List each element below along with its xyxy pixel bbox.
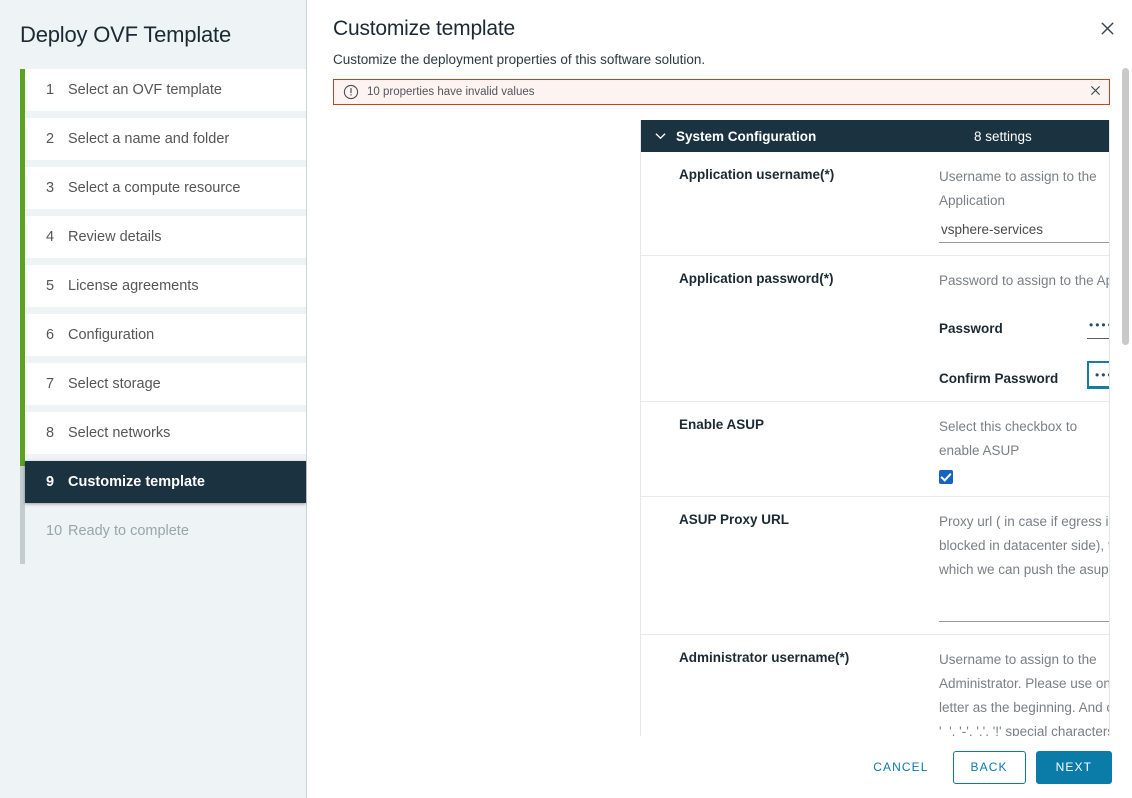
step-label: Configuration xyxy=(68,327,154,343)
property-value: Proxy url ( in case if egress is blocked… xyxy=(939,510,1110,622)
deploy-ovf-template-dialog: Deploy OVF Template 1 Select an OVF temp… xyxy=(0,0,1132,798)
table-left-border-tail xyxy=(640,690,641,715)
sidebar-item-select-a-compute-resource[interactable]: 3 Select a compute resource xyxy=(25,167,306,209)
step-label: License agreements xyxy=(68,278,199,294)
enable-asup-checkbox[interactable] xyxy=(939,470,953,484)
page-title: Customize template xyxy=(333,17,1132,41)
step-number: 4 xyxy=(46,229,68,245)
alert-message: 10 properties have invalid values xyxy=(367,86,1087,98)
sidebar-item-configuration[interactable]: 6 Configuration xyxy=(25,314,306,356)
step-label: Review details xyxy=(68,229,162,245)
step-number: 7 xyxy=(46,376,68,392)
step-label: Customize template xyxy=(68,474,205,490)
validation-alert: 10 properties have invalid values xyxy=(333,79,1110,105)
property-label: ASUP Proxy URL xyxy=(641,510,939,622)
section-header-system-configuration[interactable]: System Configuration 8 settings xyxy=(641,120,1109,152)
cancel-button[interactable]: CANCEL xyxy=(859,751,942,784)
step-label: Select a compute resource xyxy=(68,180,240,196)
main-header: Customize template Customize the deploym… xyxy=(307,0,1132,67)
error-circle-icon xyxy=(343,84,359,100)
sidebar-item-customize-template[interactable]: 9 Customize template xyxy=(25,461,306,503)
password-line: Password ••••••••• xyxy=(939,315,1110,339)
sidebar-item-select-networks[interactable]: 8 Select networks xyxy=(25,412,306,454)
main-panel: Customize template Customize the deploym… xyxy=(307,0,1132,798)
step-label: Ready to complete xyxy=(68,523,189,539)
section-settings-count: 8 settings xyxy=(974,129,1032,144)
dialog-footer: CANCEL BACK NEXT xyxy=(307,736,1132,798)
table-row-application-username: Application username(*) Username to assi… xyxy=(641,152,1109,256)
alert-close-icon[interactable] xyxy=(1087,84,1103,100)
property-description: Password to assign to the Application xyxy=(939,269,1110,293)
step-number: 10 xyxy=(46,523,68,539)
property-value: Select this checkbox to enable ASUP xyxy=(939,415,1109,484)
confirm-password-input[interactable]: ••••••••• xyxy=(1087,361,1110,389)
close-icon[interactable] xyxy=(1094,18,1120,44)
table-row-asup-proxy-url: ASUP Proxy URL Proxy url ( in case if eg… xyxy=(641,497,1109,635)
application-username-input[interactable] xyxy=(939,219,1110,243)
confirm-password-label: Confirm Password xyxy=(939,371,1087,389)
next-button[interactable]: NEXT xyxy=(1036,751,1112,784)
wizard-title: Deploy OVF Template xyxy=(0,0,306,48)
property-label: Administrator username(*) xyxy=(641,648,939,736)
step-label: Select storage xyxy=(68,376,161,392)
wizard-sidebar: Deploy OVF Template 1 Select an OVF temp… xyxy=(0,0,307,798)
vertical-scrollbar[interactable] xyxy=(1122,68,1129,345)
step-label: Select a name and folder xyxy=(68,131,229,147)
sidebar-item-select-storage[interactable]: 7 Select storage xyxy=(25,363,306,405)
sidebar-item-review-details[interactable]: 4 Review details xyxy=(25,216,306,258)
section-name: System Configuration xyxy=(676,129,974,144)
step-number: 9 xyxy=(46,474,68,490)
property-description: Username to assign to the Administrator.… xyxy=(939,648,1110,736)
page-subtitle: Customize the deployment properties of t… xyxy=(333,52,1132,67)
chevron-down-icon xyxy=(655,129,667,143)
property-label: Application username(*) xyxy=(641,165,939,243)
confirm-password-masked-value: ••••••••• xyxy=(1095,368,1110,382)
property-label: Enable ASUP xyxy=(641,415,939,484)
table-row-enable-asup: Enable ASUP Select this checkbox to enab… xyxy=(641,402,1109,497)
step-number: 8 xyxy=(46,425,68,441)
sidebar-item-select-a-name-and-folder[interactable]: 2 Select a name and folder xyxy=(25,118,306,160)
step-number: 5 xyxy=(46,278,68,294)
wizard-steps: 1 Select an OVF template 2 Select a name… xyxy=(0,69,306,552)
table-row-application-password: Application password(*) Password to assi… xyxy=(641,256,1109,402)
sidebar-item-select-an-ovf-template[interactable]: 1 Select an OVF template xyxy=(25,69,306,111)
property-description: Select this checkbox to enable ASUP xyxy=(939,415,1087,463)
asup-proxy-url-input[interactable] xyxy=(939,598,1110,622)
password-label: Password xyxy=(939,321,1087,339)
password-masked-value: ••••••••• xyxy=(1089,318,1110,332)
confirm-password-line: Confirm Password ••••••••• xyxy=(939,361,1110,389)
property-value: Username to assign to the Application xyxy=(939,165,1110,243)
step-number: 6 xyxy=(46,327,68,343)
settings-table: System Configuration 8 settings Applicat… xyxy=(640,120,1110,736)
back-button[interactable]: BACK xyxy=(953,751,1026,784)
step-label: Select an OVF template xyxy=(68,82,222,98)
sidebar-item-ready-to-complete[interactable]: 10 Ready to complete xyxy=(25,510,306,552)
table-row-administrator-username: Administrator username(*) Username to as… xyxy=(641,635,1109,736)
step-number: 1 xyxy=(46,82,68,98)
property-description: Username to assign to the Application xyxy=(939,165,1110,213)
step-number: 3 xyxy=(46,180,68,196)
sidebar-item-license-agreements[interactable]: 5 License agreements xyxy=(25,265,306,307)
property-description: Proxy url ( in case if egress is blocked… xyxy=(939,510,1110,582)
application-password-input[interactable]: ••••••••• xyxy=(1087,315,1110,339)
property-label: Application password(*) xyxy=(641,269,939,389)
property-value: Password to assign to the Application Pa… xyxy=(939,269,1110,389)
step-label: Select networks xyxy=(68,425,170,441)
property-value: Username to assign to the Administrator.… xyxy=(939,648,1110,736)
step-number: 2 xyxy=(46,131,68,147)
